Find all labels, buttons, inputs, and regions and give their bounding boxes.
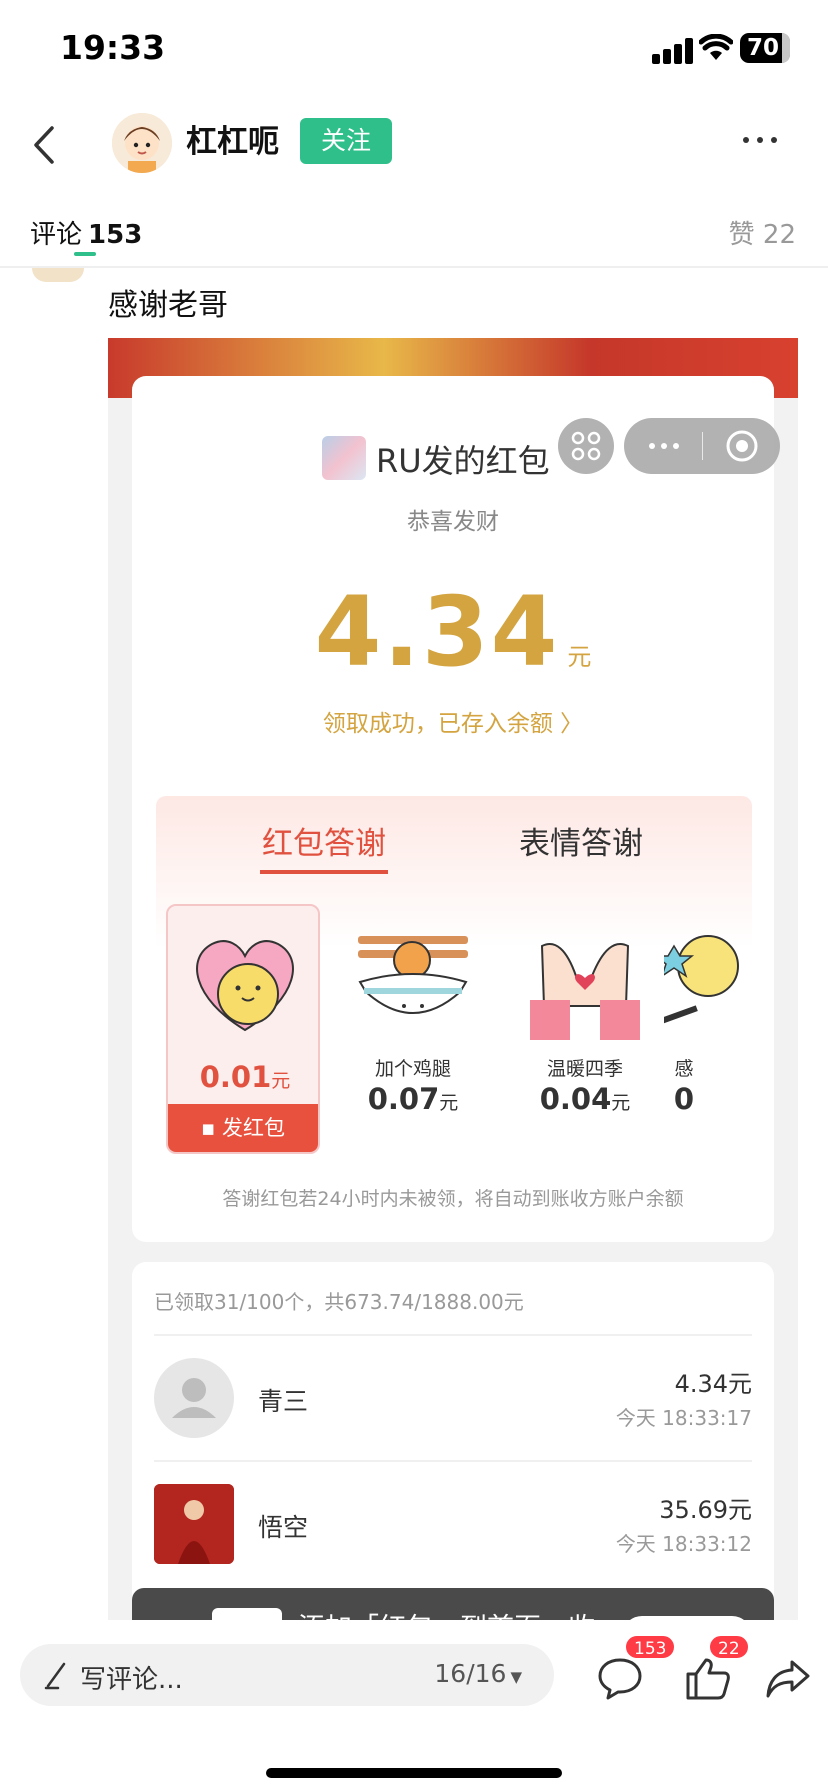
- add-to-home-toast[interactable]: 添加「红包」到首页，收: [132, 1588, 774, 1620]
- gift-name: 感: [674, 1058, 694, 1080]
- avatar-icon: [112, 113, 172, 173]
- header: 杠杠呃 关注: [0, 100, 828, 200]
- gift-price-value: 0.07: [367, 1082, 440, 1116]
- gift-price-unit: 元: [439, 1092, 459, 1114]
- tab-indicator: [74, 252, 96, 256]
- claim-list: 已领取31/100个，共673.74/1888.00元 青三 4.34元 今天 …: [132, 1262, 774, 1620]
- cellular-signal-icon: [652, 38, 693, 64]
- comment-icon[interactable]: [596, 1656, 644, 1700]
- comment-tabs: 评论 153 赞 22: [0, 200, 828, 268]
- success-link[interactable]: 领取成功，已存入余额 〉: [132, 704, 774, 738]
- comment-placeholder: 写评论...: [80, 1665, 183, 1695]
- thanks-tab-indicator: [260, 870, 388, 874]
- gift-price-unit: 元: [611, 1092, 631, 1114]
- comment-text: 感谢老哥: [108, 288, 228, 323]
- home-indicator: [266, 1768, 562, 1778]
- tab-comments-label: 评论: [30, 220, 83, 250]
- gift-item[interactable]: 0.01元 ▪ 发红包: [166, 904, 320, 1154]
- page-count-value: 16/16: [434, 1659, 507, 1688]
- more-icon[interactable]: [740, 130, 780, 150]
- status-time: 19:33: [60, 28, 166, 67]
- sender-avatar: [322, 436, 366, 480]
- gift-item[interactable]: 温暖四季 0.04元: [508, 904, 662, 1154]
- caret-down-icon: ▼: [510, 1668, 522, 1686]
- capsule-divider: [702, 432, 703, 460]
- comment-input[interactable]: 写评论... 16/16 ▼: [20, 1644, 554, 1706]
- scan-button[interactable]: [558, 418, 614, 474]
- tab-sticker-thanks[interactable]: 表情答谢: [519, 818, 643, 863]
- heart-hug-icon: [196, 940, 294, 1032]
- claimer-name: 青三: [258, 1387, 309, 1416]
- gift-price-value: 0: [673, 1082, 695, 1116]
- battery-tip: [782, 33, 790, 63]
- gift-price: 0.07元: [336, 1082, 490, 1116]
- tab-likes[interactable]: 赞 22: [729, 214, 796, 251]
- claim-summary: 已领取31/100个，共673.74/1888.00元: [154, 1290, 524, 1314]
- redpacket-subtitle: 恭喜发财: [407, 509, 499, 535]
- star-sticker-icon: [664, 935, 739, 1025]
- comment-image[interactable]: RU发的红包 恭喜发财 4.34 元 领取成功，已存入余额 〉 红包答谢 表情答谢…: [108, 338, 798, 1620]
- rice-bowl-drumstick-icon: [358, 936, 468, 1014]
- avatar: [154, 1358, 234, 1438]
- tab-comments-count: 153: [88, 220, 143, 250]
- gift-item[interactable]: 加个鸡腿 0.07元: [336, 904, 490, 1154]
- gift-name: 温暖四季: [546, 1058, 623, 1080]
- status-bar: 19:33 70: [0, 0, 828, 100]
- amount-value: 4.34: [314, 576, 560, 688]
- list-item[interactable]: 悟空 35.69元 今天 18:33:12: [154, 1462, 752, 1586]
- tab-redpacket-thanks[interactable]: 红包答谢: [262, 818, 386, 863]
- commenter-avatar[interactable]: [32, 268, 84, 282]
- claim-amount: 4.34元: [674, 1370, 752, 1398]
- redpacket-card: RU发的红包 恭喜发财 4.34 元 领取成功，已存入余额 〉 红包答谢 表情答谢…: [132, 376, 774, 1242]
- redpacket-app-icon: [212, 1608, 282, 1620]
- miniprogram-capsule: [624, 418, 780, 474]
- wifi-icon: [699, 34, 733, 60]
- pen-icon: [44, 1662, 66, 1690]
- redpacket-title: RU发的红包: [376, 442, 550, 480]
- follow-button[interactable]: 关注: [300, 118, 392, 164]
- back-icon[interactable]: [26, 120, 66, 170]
- toast-text: 添加「红包」到首页，收: [298, 1606, 595, 1620]
- claim-time: 今天 18:33:17: [615, 1406, 752, 1430]
- gift-price-unit: 元: [271, 1070, 291, 1092]
- gift-price: 0: [664, 1082, 704, 1116]
- gift-price-value: 0.04: [539, 1082, 612, 1116]
- photo-avatar-icon: [154, 1484, 234, 1564]
- send-redpacket-label: 发红包: [221, 1116, 285, 1140]
- more-icon[interactable]: [646, 436, 682, 456]
- gift-price: 0.04元: [508, 1082, 662, 1116]
- heart-hands-icon: [530, 943, 640, 1040]
- thanks-note: 答谢红包若24小时内未被领，将自动到账收方账户余额: [222, 1188, 684, 1210]
- claim-amount: 35.69元: [659, 1496, 752, 1524]
- avatar: [154, 1484, 234, 1564]
- share-icon[interactable]: [764, 1656, 812, 1700]
- claimer-name: 悟空: [258, 1513, 309, 1542]
- like-icon[interactable]: [684, 1656, 732, 1700]
- gift-price: 0.01元: [168, 1060, 322, 1094]
- claim-time: 今天 18:33:12: [615, 1532, 752, 1556]
- page-count[interactable]: 16/16 ▼: [434, 1659, 522, 1688]
- gift-name: 加个鸡腿: [374, 1058, 451, 1080]
- default-avatar-icon: [172, 1378, 216, 1418]
- gift-item[interactable]: 感 0: [664, 904, 752, 1154]
- send-redpacket-button[interactable]: ▪ 发红包: [168, 1104, 318, 1152]
- amount-display: 4.34 元: [132, 576, 774, 688]
- tab-comments[interactable]: 评论 153: [30, 214, 142, 251]
- bottom-bar: 写评论... 16/16 ▼ 153 22: [0, 1620, 828, 1792]
- username[interactable]: 杠杠呃: [186, 116, 279, 161]
- scan-icon: [571, 431, 601, 461]
- close-target-icon[interactable]: [724, 428, 760, 464]
- avatar[interactable]: [112, 113, 172, 173]
- like-count-badge: 22: [708, 1634, 750, 1660]
- list-item[interactable]: 青三 4.34元 今天 18:33:17: [154, 1336, 752, 1460]
- amount-unit: 元: [567, 643, 592, 671]
- gift-price-value: 0.01: [199, 1060, 272, 1094]
- comment-count-badge: 153: [624, 1634, 677, 1660]
- thanks-panel: 红包答谢 表情答谢 0.01元 ▪ 发红包 加个鸡腿 0.07元 温暖四季 0.…: [156, 796, 752, 1176]
